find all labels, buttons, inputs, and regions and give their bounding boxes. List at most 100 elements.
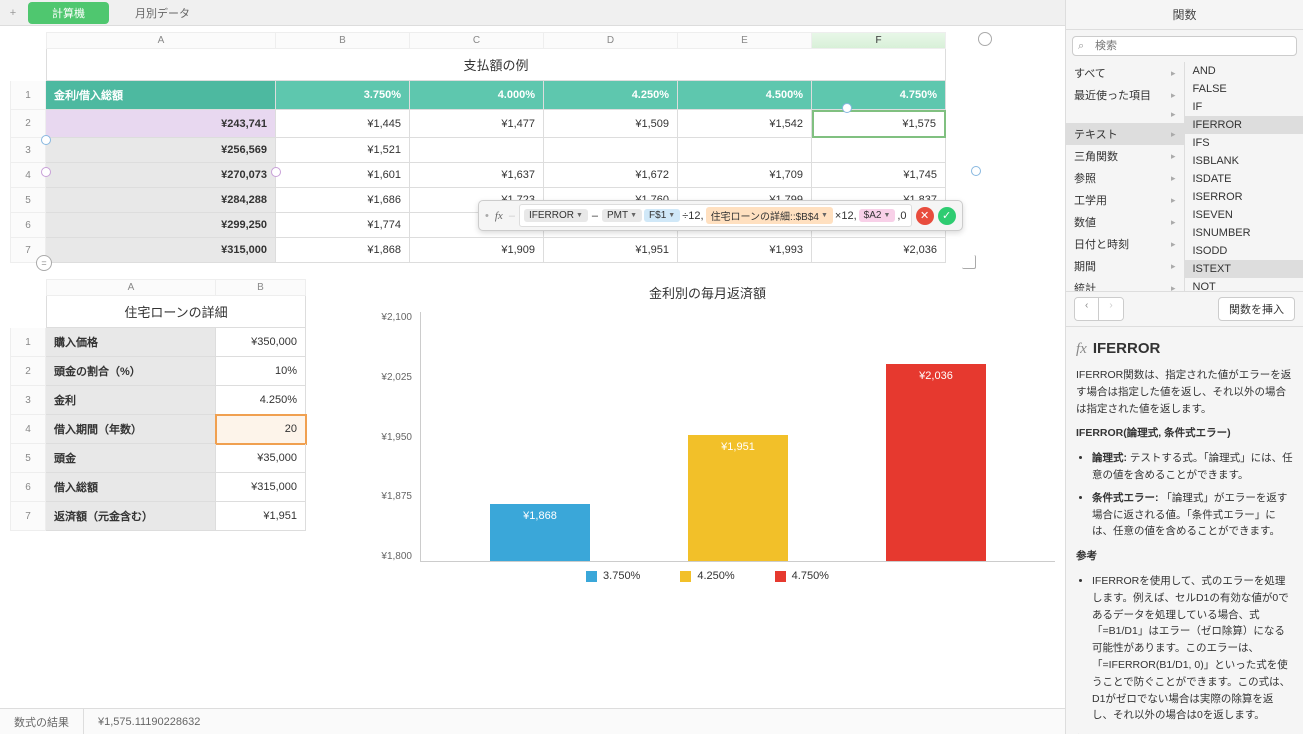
search-input[interactable] [1072,36,1297,56]
cell[interactable]: ¥1,909 [410,238,544,263]
function-item[interactable]: ISTEXT [1185,260,1303,278]
category-item[interactable]: テキスト▸ [1066,123,1184,145]
function-item[interactable]: ISERROR [1185,188,1303,206]
range-handle[interactable] [842,103,852,113]
col-header[interactable]: A [46,32,276,49]
col-header[interactable]: B [276,32,410,49]
cell[interactable]: ¥2,036 [812,238,946,263]
row-header[interactable]: 6 [10,213,46,238]
cell[interactable]: 4.500% [678,81,812,110]
cell[interactable]: ¥1,521 [276,138,410,163]
col-header[interactable]: F [812,32,946,49]
col-header[interactable]: D [544,32,678,49]
tab-calculator[interactable]: 計算機 [28,2,109,24]
cell[interactable]: ¥1,686 [276,188,410,213]
range-handle[interactable] [271,167,281,177]
row-header[interactable]: 2 [10,110,46,138]
col-header[interactable]: E [678,32,812,49]
cell[interactable]: ¥1,601 [276,163,410,188]
row-header[interactable]: 4 [10,415,46,444]
function-item[interactable]: ISNUMBER [1185,224,1303,242]
range-handle[interactable] [971,166,981,176]
cell[interactable]: ¥270,073 [46,163,276,188]
formula-content[interactable]: IFERROR▼ – PMT▼ F$1▼ ÷12, 住宅ローンの詳細::$B$4… [519,204,912,227]
cell[interactable]: 借入期間（年数） [46,415,216,444]
table-handle-tr[interactable] [978,32,992,46]
insert-function-button[interactable]: 関数を挿入 [1218,297,1295,321]
cell[interactable]: 金利 [46,386,216,415]
col-header[interactable]: B [216,279,306,296]
cell[interactable]: ¥256,569 [46,138,276,163]
token-fn[interactable]: IFERROR▼ [524,209,588,222]
cell[interactable]: 返済額（元金含む） [46,502,216,531]
cell[interactable]: ¥1,672 [544,163,678,188]
col-header[interactable]: A [46,279,216,296]
cell[interactable]: 購入価格 [46,328,216,357]
token-ref[interactable]: $A2▼ [859,209,896,222]
row-header[interactable]: 4 [10,163,46,188]
function-item[interactable]: FALSE [1185,80,1303,98]
function-item[interactable]: NOT [1185,278,1303,291]
cell[interactable]: ¥315,000 [216,473,306,502]
cell[interactable] [410,138,544,163]
category-item[interactable]: ▸ [1066,106,1184,123]
nav-forward-button[interactable]: › [1099,298,1122,320]
cell[interactable]: ¥284,288 [46,188,276,213]
token-ref[interactable]: F$1▼ [644,209,680,222]
cell[interactable]: ¥1,951 [544,238,678,263]
cell[interactable]: ¥1,509 [544,110,678,138]
cell[interactable]: ¥1,868 [276,238,410,263]
cell[interactable]: 借入総額 [46,473,216,502]
row-header[interactable]: 6 [10,473,46,502]
function-item[interactable]: ISDATE [1185,170,1303,188]
cell[interactable]: ¥1,709 [678,163,812,188]
token-fn[interactable]: PMT▼ [602,209,642,222]
formula-cancel-button[interactable]: ✕ [916,207,934,225]
tab-monthly[interactable]: 月別データ [111,1,214,25]
function-item[interactable]: ISBLANK [1185,152,1303,170]
row-header[interactable]: 3 [10,386,46,415]
cell[interactable]: 3.750% [276,81,410,110]
category-item[interactable]: 期間▸ [1066,255,1184,277]
chart-bar[interactable]: ¥1,868 [490,504,590,561]
cell[interactable]: ¥350,000 [216,328,306,357]
category-item[interactable]: 三角関数▸ [1066,145,1184,167]
nav-back-button[interactable]: ‹ [1075,298,1099,320]
cell[interactable]: ¥35,000 [216,444,306,473]
row-header[interactable]: 1 [10,81,46,110]
category-item[interactable]: 参照▸ [1066,167,1184,189]
cell[interactable]: 20 [216,415,306,444]
category-item[interactable]: 統計▸ [1066,277,1184,291]
function-item[interactable]: IF [1185,98,1303,116]
cell[interactable]: ¥1,951 [216,502,306,531]
function-item[interactable]: IFERROR [1185,116,1303,134]
cell[interactable]: ¥299,250 [46,213,276,238]
chart-bar[interactable]: ¥1,951 [688,435,788,561]
cell[interactable]: 4.250% [216,386,306,415]
cell[interactable]: ¥315,000 [46,238,276,263]
cell[interactable]: ¥1,637 [410,163,544,188]
token-ref[interactable]: 住宅ローンの詳細::$B$4▼ [706,207,833,224]
cell[interactable] [544,138,678,163]
cell[interactable]: 頭金 [46,444,216,473]
cell[interactable]: ¥1,745 [812,163,946,188]
cell[interactable]: ¥1,575 [812,110,946,138]
row-header[interactable]: 7 [10,502,46,531]
category-item[interactable]: 最近使った項目▸ [1066,84,1184,106]
row-header[interactable]: 5 [10,444,46,473]
cell[interactable]: 頭金の割合（%） [46,357,216,386]
row-header[interactable]: 1 [10,328,46,357]
table-handle-br[interactable] [962,255,976,269]
cell[interactable]: ¥1,774 [276,213,410,238]
function-item[interactable]: ISODD [1185,242,1303,260]
cell[interactable] [812,138,946,163]
formula-editor[interactable]: • fx – IFERROR▼ – PMT▼ F$1▼ ÷12, 住宅ローンの詳… [478,200,963,231]
function-item[interactable]: AND [1185,62,1303,80]
cell[interactable]: ¥1,477 [410,110,544,138]
category-item[interactable]: 数値▸ [1066,211,1184,233]
chart-monthly-payment[interactable]: 金利別の毎月返済額 ¥2,100¥2,025¥1,950¥1,875¥1,800… [360,279,1055,582]
row-header[interactable]: 2 [10,357,46,386]
row-header[interactable]: 5 [10,188,46,213]
add-sheet-button[interactable]: + [0,7,26,19]
cell[interactable] [678,138,812,163]
